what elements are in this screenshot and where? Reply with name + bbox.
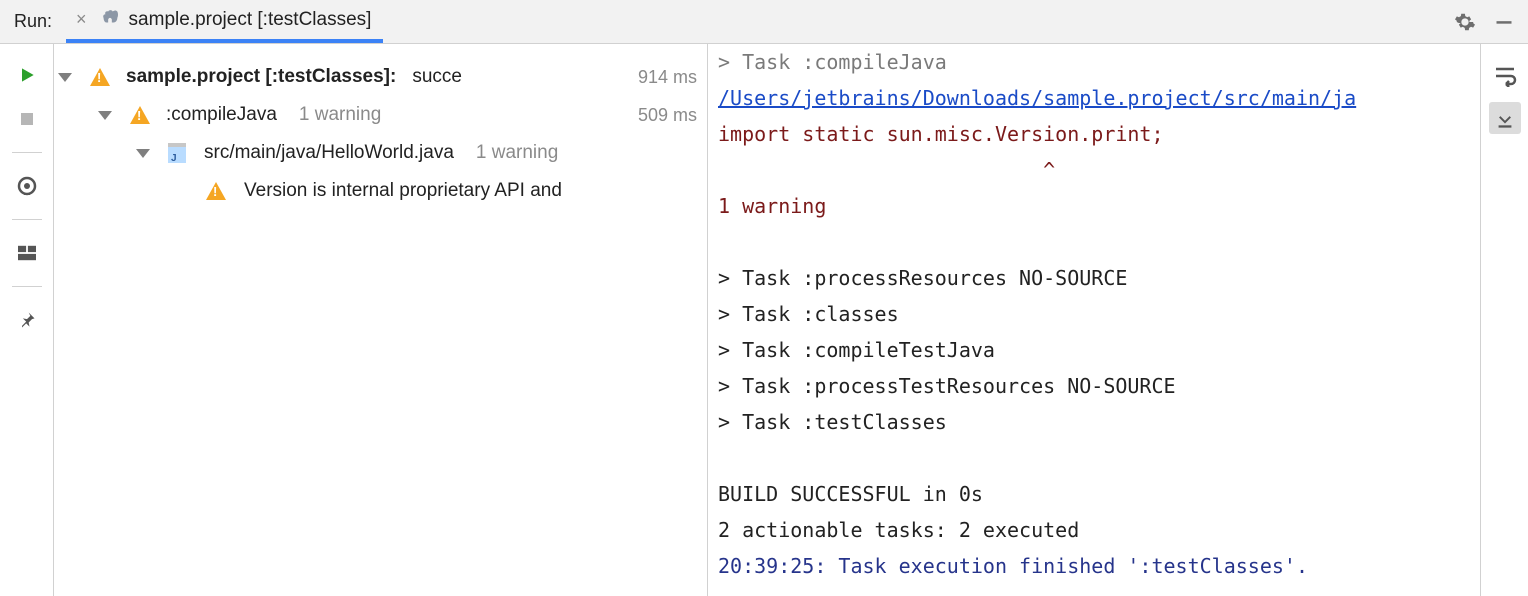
console-build: BUILD SUCCESSFUL in 0s xyxy=(718,482,983,506)
tree-root-row[interactable]: sample.project [:testClasses]: succe 914… xyxy=(54,58,707,96)
console-caret: ^ xyxy=(718,158,1055,182)
stop-button[interactable] xyxy=(12,104,42,134)
chevron-down-icon[interactable] xyxy=(98,111,112,120)
tree-msg-row[interactable]: Version is internal proprietary API and xyxy=(54,172,707,210)
console-task: > Task :compileTestJava xyxy=(718,338,995,362)
chevron-down-icon[interactable] xyxy=(136,149,150,158)
console-actionable: 2 actionable tasks: 2 executed xyxy=(718,518,1079,542)
tree-root-title: sample.project [:testClasses]: xyxy=(126,66,396,88)
warning-icon xyxy=(90,68,110,86)
tree-file-path: src/main/java/HelloWorld.java xyxy=(204,142,454,164)
scroll-to-end-button[interactable] xyxy=(1489,102,1521,134)
console-task: > Task :testClasses xyxy=(718,410,947,434)
warning-icon xyxy=(130,106,150,124)
run-label: Run: xyxy=(0,11,66,32)
chevron-down-icon[interactable] xyxy=(58,73,72,82)
gradle-icon xyxy=(99,6,121,33)
soft-wrap-button[interactable] xyxy=(1489,60,1521,92)
console-file-link[interactable]: /Users/jetbrains/Downloads/sample.projec… xyxy=(718,86,1356,110)
console-task: > Task :processResources NO-SOURCE xyxy=(718,266,1127,290)
warning-icon xyxy=(206,182,226,200)
tree-file-row[interactable]: src/main/java/HelloWorld.java 1 warning xyxy=(54,134,707,172)
tab-title: sample.project [:testClasses] xyxy=(129,9,372,31)
toolbar-separator xyxy=(12,152,42,153)
run-header: Run: × sample.project [:testClasses] xyxy=(0,0,1528,44)
tree-msg-text: Version is internal proprietary API and xyxy=(244,180,562,202)
console-task: > Task :processTestResources NO-SOURCE xyxy=(718,374,1176,398)
close-tab-icon[interactable]: × xyxy=(72,9,91,30)
left-toolbar xyxy=(0,44,54,596)
pin-button[interactable] xyxy=(12,305,42,335)
gear-icon[interactable] xyxy=(1454,11,1476,33)
run-tab[interactable]: × sample.project [:testClasses] xyxy=(66,0,383,43)
console-output[interactable]: > Task :compileJava /Users/jetbrains/Dow… xyxy=(708,44,1480,596)
toolbar-separator xyxy=(12,219,42,220)
run-button[interactable] xyxy=(12,60,42,90)
toolbar-separator xyxy=(12,286,42,287)
tree-compile-time: 509 ms xyxy=(638,105,697,126)
minimize-icon[interactable] xyxy=(1494,12,1514,32)
console-warn: 1 warning xyxy=(718,194,826,218)
task-tree: sample.project [:testClasses]: succe 914… xyxy=(54,44,708,596)
layout-button[interactable] xyxy=(12,238,42,268)
console-finished: 20:39:25: Task execution finished ':test… xyxy=(718,554,1308,578)
tree-root-status: succe xyxy=(412,66,462,88)
tree-compile-warn: 1 warning xyxy=(299,104,381,126)
tree-file-warn: 1 warning xyxy=(476,142,558,164)
java-file-icon xyxy=(168,143,186,163)
right-toolbar xyxy=(1480,44,1528,596)
console-import: import static sun.misc.Version.print; xyxy=(718,122,1164,146)
console-task: > Task :classes xyxy=(718,302,899,326)
tree-compile-row[interactable]: :compileJava 1 warning 509 ms xyxy=(54,96,707,134)
tree-root-time: 914 ms xyxy=(638,67,697,88)
show-button[interactable] xyxy=(12,171,42,201)
tree-compile-title: :compileJava xyxy=(166,104,277,126)
console-line: > Task :compileJava xyxy=(718,50,947,74)
